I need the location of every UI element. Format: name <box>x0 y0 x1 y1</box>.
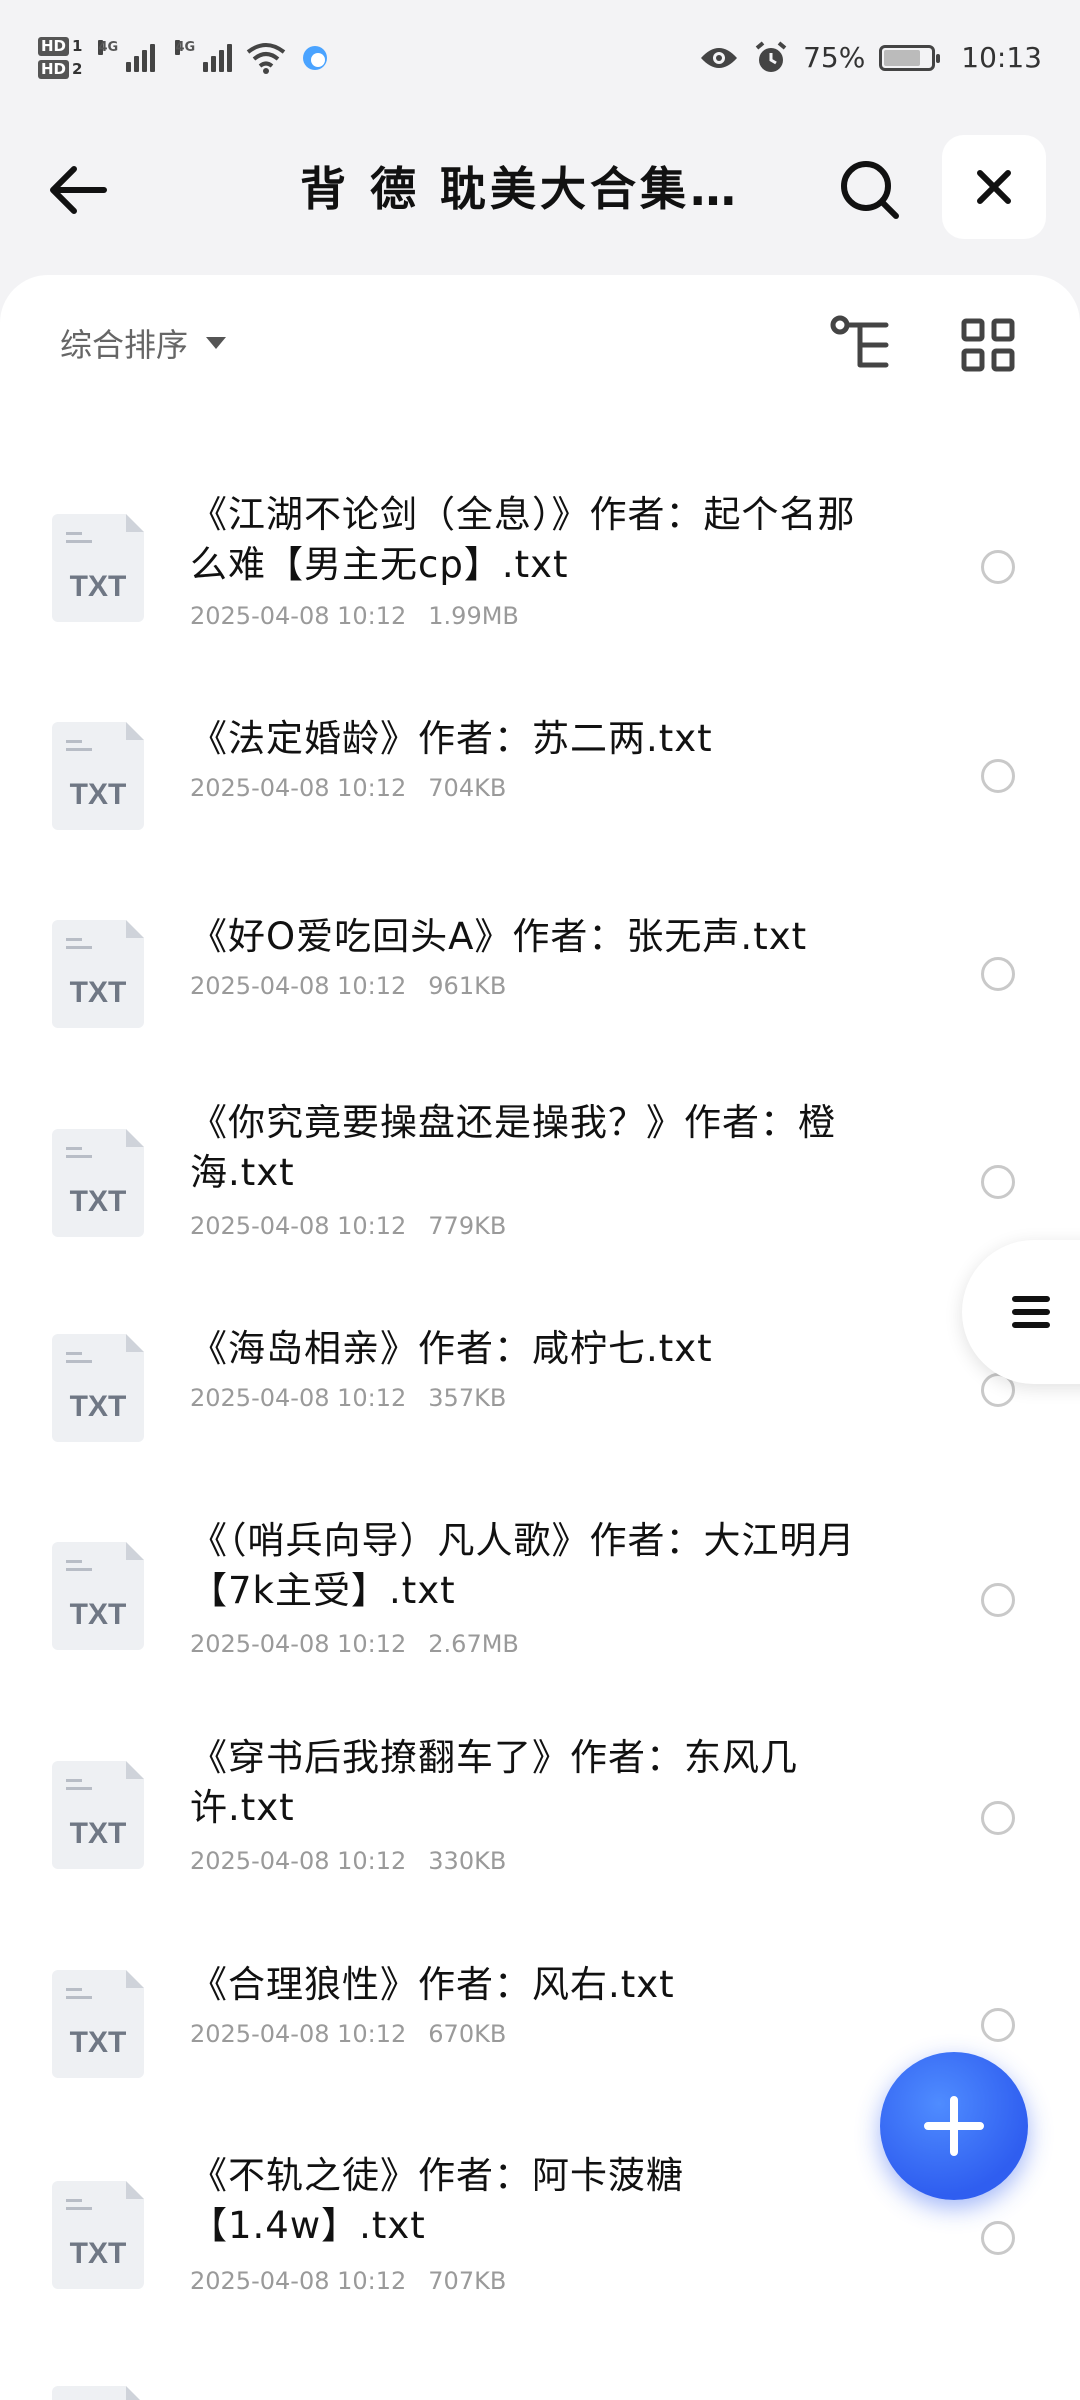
status-right: 75% 10:13 <box>699 40 1042 76</box>
close-button[interactable] <box>942 135 1046 239</box>
hd2-indicator: HD 2 <box>38 59 82 79</box>
signal-2-icon: 4G <box>175 39 233 72</box>
txt-file-icon: TXT <box>52 722 144 830</box>
file-date: 2025-04-08 10:12 <box>190 2267 407 2295</box>
battery-percent: 75% <box>803 41 866 74</box>
search-button[interactable] <box>830 150 910 230</box>
hd1-indicator: HD 1 <box>38 36 82 56</box>
file-meta: 2025-04-08 10:12 707KB <box>190 2267 506 2295</box>
status-left: HD 1 HD 2 4G 4G <box>38 36 330 79</box>
txt-file-icon: TXT <box>52 2181 144 2289</box>
alarm-icon <box>755 40 787 72</box>
file-name: 《江湖不论剑（全息）》作者：起个名那么难【男主无cp】.txt <box>190 493 856 586</box>
file-meta: 2025-04-08 10:12 670KB <box>190 2020 506 2048</box>
file-name: 《合理狼性》作者：风右.txt <box>190 1963 675 2006</box>
file-name: 《穿书后我撩翻车了》作者：东风几许.txt <box>190 1736 798 1829</box>
file-date: 2025-04-08 10:12 <box>190 972 407 1000</box>
page-title: 背 德 耽美大合集… <box>300 162 741 216</box>
txt-file-icon: TXT <box>52 514 144 622</box>
file-size: 670KB <box>428 2020 507 2048</box>
hd-indicators: HD 1 HD 2 <box>38 36 82 79</box>
txt-file-icon: TXT <box>52 1970 144 2078</box>
grid-view-button[interactable] <box>960 317 1016 373</box>
back-button[interactable] <box>38 155 118 225</box>
file-size: 707KB <box>428 2267 507 2295</box>
eye-comfort-icon <box>701 47 738 68</box>
file-name: 《海岛相亲》作者：咸柠七.txt <box>190 1327 713 1370</box>
file-meta: 2025-04-08 10:12 357KB <box>190 1384 506 1412</box>
select-radio[interactable] <box>981 550 1015 584</box>
txt-file-icon <box>52 2386 144 2400</box>
select-radio[interactable] <box>981 1801 1015 1835</box>
file-name: 《好O爱吃回头A》作者：张无声.txt <box>190 915 808 958</box>
file-name: 《法定婚龄》作者：苏二两.txt <box>190 717 713 760</box>
txt-file-icon: TXT <box>52 920 144 1028</box>
status-bar: HD 1 HD 2 4G 4G 75% 10:13 <box>0 0 1080 115</box>
file-name: 《（哨兵向导）凡人歌》作者：大江明月【7k主受】.txt <box>190 1519 856 1612</box>
grid-icon <box>961 318 1015 372</box>
txt-file-icon: TXT <box>52 1761 144 1869</box>
file-meta: 2025-04-08 10:12 961KB <box>190 972 506 1000</box>
select-radio[interactable] <box>981 1583 1015 1617</box>
file-meta: 2025-04-08 10:12 2.67MB <box>190 1630 519 1658</box>
file-row[interactable]: TXT 《（哨兵向导）凡人歌》作者：大江明月【7k主受】.txt 2025-04… <box>0 1490 1080 1705</box>
sort-dropdown[interactable]: 综合排序 <box>60 320 227 366</box>
file-date: 2025-04-08 10:12 <box>190 1212 407 1240</box>
clock: 10:13 <box>961 41 1042 74</box>
file-row[interactable]: TXT 《好O爱吃回头A》作者：张无声.txt 2025-04-08 10:12… <box>0 870 1080 1070</box>
wifi-icon <box>247 42 286 74</box>
txt-file-icon: TXT <box>52 1542 144 1650</box>
select-radio[interactable] <box>981 759 1015 793</box>
file-meta: 2025-04-08 10:12 704KB <box>190 774 506 802</box>
file-size: 779KB <box>428 1212 507 1240</box>
file-date: 2025-04-08 10:12 <box>190 602 407 630</box>
file-name: 《你究竟要操盘还是操我？》作者：橙海.txt <box>190 1101 836 1194</box>
select-radio[interactable] <box>981 2008 1015 2042</box>
plus-icon <box>924 2096 984 2156</box>
caret-down-icon <box>206 337 227 349</box>
tree-structure-icon <box>830 315 889 368</box>
search-icon <box>841 161 899 219</box>
close-icon <box>977 170 1011 204</box>
file-row[interactable]: TXT 《江湖不论剑（全息）》作者：起个名那么难【男主无cp】.txt 2025… <box>0 460 1080 670</box>
file-row[interactable]: TXT 《穿书后我撩翻车了》作者：东风几许.txt 2025-04-08 10:… <box>0 1705 1080 1920</box>
file-date: 2025-04-08 10:12 <box>190 2020 407 2048</box>
file-date: 2025-04-08 10:12 <box>190 1630 407 1658</box>
signal-1-icon: 4G <box>98 39 156 72</box>
txt-file-icon: TXT <box>52 1129 144 1237</box>
file-row[interactable]: TXT 《法定婚龄》作者：苏二两.txt 2025-04-08 10:12 70… <box>0 670 1080 870</box>
file-browser-screen: HD 1 HD 2 4G 4G 75% 10:13 背 德 耽美大合集… 综合排… <box>0 0 1080 2400</box>
file-size: 704KB <box>428 774 507 802</box>
file-size: 961KB <box>428 972 507 1000</box>
app-notification-icon <box>303 45 328 70</box>
battery-icon <box>879 44 941 71</box>
file-row[interactable]: TXT 《海岛相亲》作者：咸柠七.txt 2025-04-08 10:12 35… <box>0 1280 1080 1490</box>
select-radio[interactable] <box>981 1165 1015 1199</box>
file-date: 2025-04-08 10:12 <box>190 1384 407 1412</box>
file-meta: 2025-04-08 10:12 779KB <box>190 1212 506 1240</box>
select-radio[interactable] <box>981 2221 1015 2255</box>
file-row[interactable] <box>0 2340 1080 2400</box>
file-meta: 2025-04-08 10:12 330KB <box>190 1847 506 1875</box>
arrow-left-icon <box>50 166 107 214</box>
txt-file-icon: TXT <box>52 1334 144 1442</box>
file-size: 330KB <box>428 1847 507 1875</box>
file-size: 1.99MB <box>428 602 519 630</box>
menu-icon <box>1012 1296 1050 1328</box>
sort-label: 综合排序 <box>60 326 189 364</box>
file-row[interactable]: TXT 《你究竟要操盘还是操我？》作者：橙海.txt 2025-04-08 10… <box>0 1070 1080 1280</box>
file-size: 357KB <box>428 1384 507 1412</box>
file-size: 2.67MB <box>428 1630 519 1658</box>
file-date: 2025-04-08 10:12 <box>190 774 407 802</box>
file-name: 《不轨之徒》作者：阿卡菠糖【1.4w】.txt <box>190 2154 684 2247</box>
file-meta: 2025-04-08 10:12 1.99MB <box>190 602 519 630</box>
add-button[interactable] <box>880 2052 1028 2200</box>
file-date: 2025-04-08 10:12 <box>190 1847 407 1875</box>
app-header: 背 德 耽美大合集… <box>0 125 1080 250</box>
tree-view-button[interactable] <box>830 315 896 375</box>
select-radio[interactable] <box>981 957 1015 991</box>
list-toolbar: 综合排序 <box>0 275 1080 415</box>
